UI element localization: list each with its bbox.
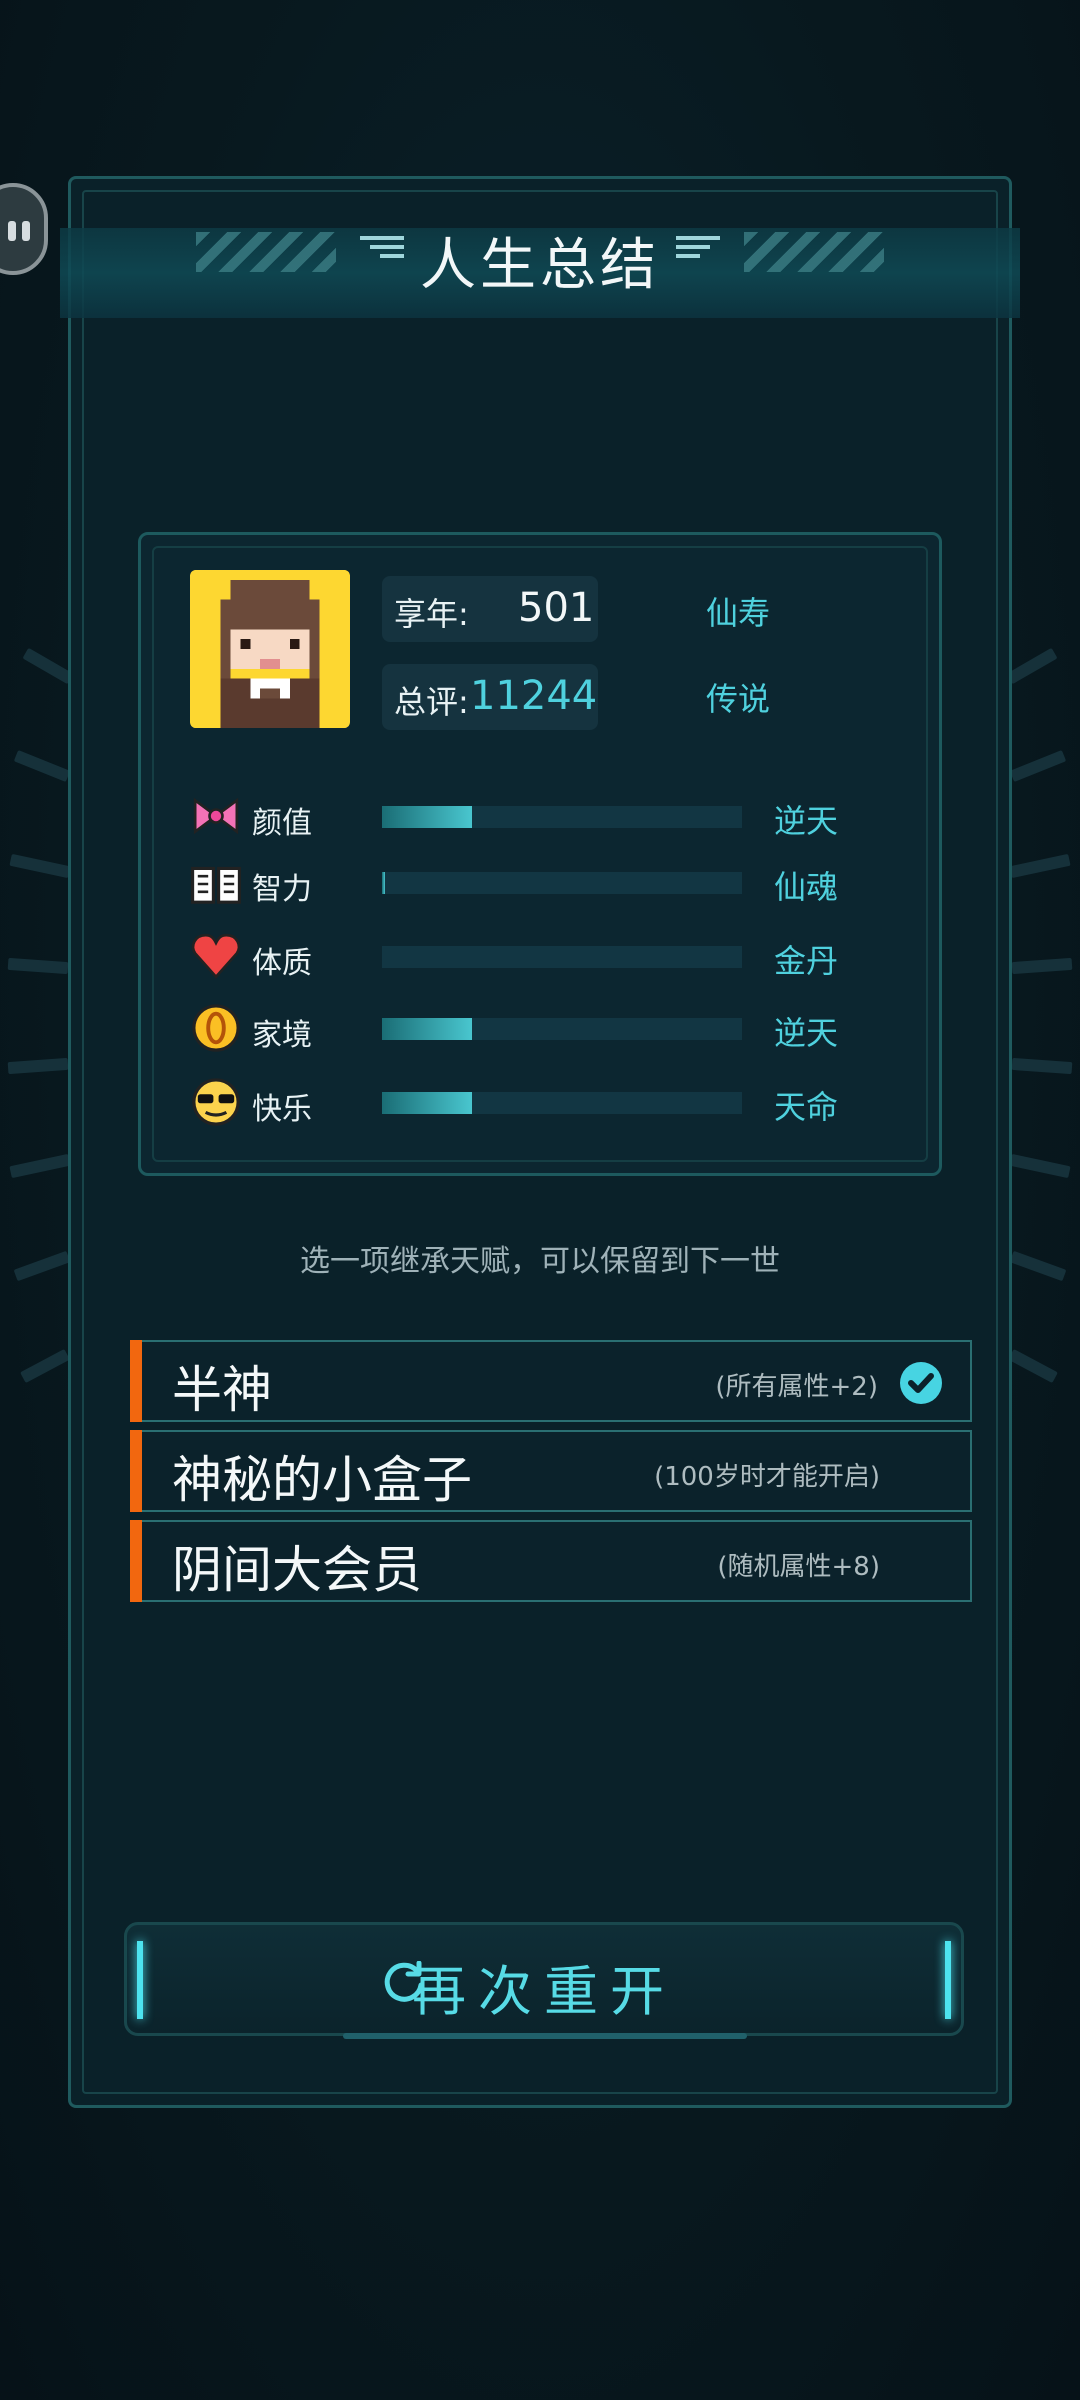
pixel-character-icon [191, 570, 349, 728]
sunglasses-face-icon [192, 1078, 240, 1126]
book-icon [191, 866, 241, 904]
heart-icon [191, 933, 241, 979]
bow-icon [193, 797, 239, 835]
attribute-bar [382, 872, 742, 894]
page-title: 人生总结 [420, 233, 660, 298]
score-label: 总评: [394, 683, 469, 721]
age-rank: 仙寿 [706, 594, 771, 632]
talent-desc: (所有属性+2) [715, 1372, 878, 1402]
attribute-rank: 逆天 [774, 802, 839, 840]
talent-desc: (随机属性+8) [717, 1552, 880, 1582]
coin-icon [192, 1004, 240, 1052]
attribute-name: 快乐 [252, 1092, 312, 1127]
attribute-name: 体质 [252, 946, 312, 981]
age-label: 享年: [394, 595, 469, 633]
restart-button[interactable]: 再次重开 [124, 1922, 964, 2039]
attribute-rank: 金丹 [774, 942, 839, 980]
age-pill: 享年: 501 [382, 576, 598, 642]
attribute-bar-fill [382, 1018, 472, 1040]
attribute-bar-fill [382, 1092, 472, 1114]
talent-option[interactable]: 神秘的小盒子 (100岁时才能开启) [130, 1430, 972, 1512]
attribute-bar [382, 946, 742, 968]
attribute-bar [382, 806, 742, 828]
talent-name: 阴间大会员 [172, 1541, 422, 1599]
option-stripe [130, 1520, 142, 1602]
attribute-bar [382, 1018, 742, 1040]
attribute-rank: 逆天 [774, 1014, 839, 1052]
age-value: 501 [518, 585, 595, 631]
attribute-rank: 天命 [774, 1088, 839, 1126]
attribute-name: 颜值 [252, 806, 312, 841]
option-stripe [130, 1430, 142, 1512]
talent-option[interactable]: 半神 (所有属性+2) [130, 1340, 972, 1422]
talent-name: 神秘的小盒子 [172, 1451, 472, 1509]
attribute-name: 智力 [252, 872, 312, 907]
talent-option[interactable]: 阴间大会员 (随机属性+8) [130, 1520, 972, 1602]
restart-label: 再次重开 [412, 1960, 676, 2023]
attribute-bar-fill [382, 872, 385, 894]
option-stripe [130, 1340, 142, 1422]
score-value: 11244 [470, 673, 598, 719]
score-rank: 传说 [706, 680, 771, 718]
inherit-hint: 选一项继承天赋，可以保留到下一世 [300, 1244, 780, 1279]
attribute-bar [382, 1092, 742, 1114]
attribute-rank: 仙魂 [774, 868, 839, 906]
attribute-name: 家境 [252, 1018, 312, 1053]
talent-name: 半神 [172, 1361, 272, 1419]
attribute-bar-fill [382, 806, 472, 828]
talent-desc: (100岁时才能开启) [654, 1462, 880, 1492]
button-underline [343, 2033, 747, 2039]
avatar [190, 570, 350, 728]
score-pill: 总评: 11244 [382, 664, 598, 730]
checkmark-icon [900, 1362, 942, 1404]
